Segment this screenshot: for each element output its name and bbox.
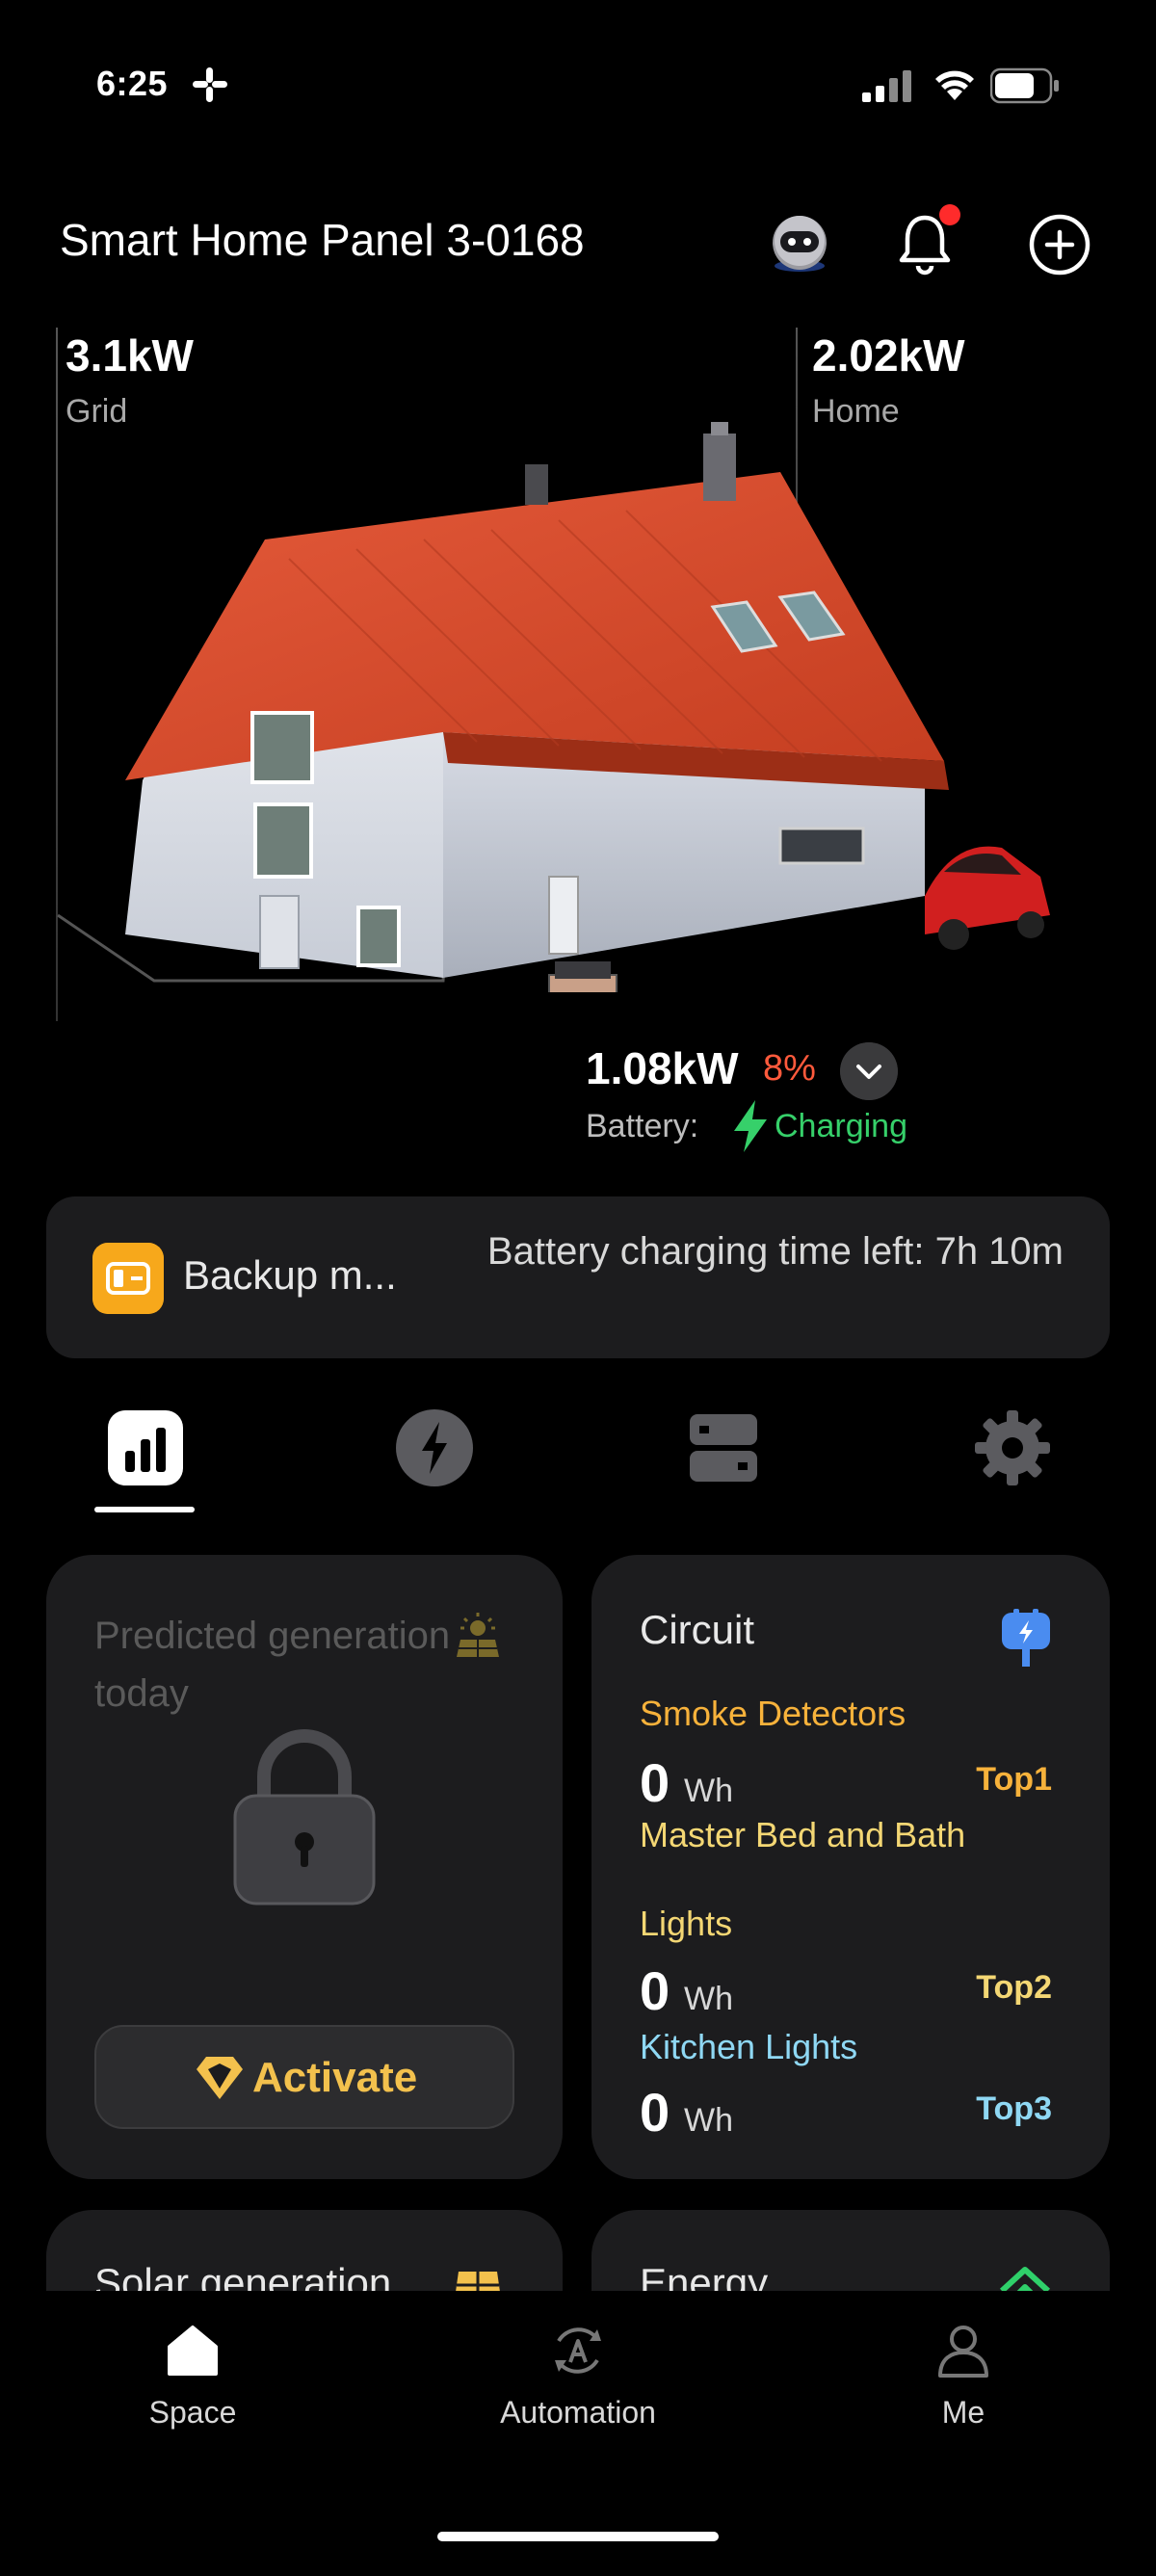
tab-circuit-server-icon[interactable] (680, 1405, 767, 1491)
nav-automation-label: Automation (500, 2395, 656, 2430)
status-time: 6:25 (96, 64, 169, 103)
person-icon (938, 2326, 988, 2378)
energy-flow-hero: 3.1kW Grid 2.02kW Home 1.08kW 8% Battery… (0, 318, 1156, 1166)
wifi-icon (935, 70, 974, 100)
panel-tabs (0, 1387, 1156, 1512)
circuit-item-rank: Top2 (976, 1969, 1052, 2006)
backup-mode-name: Backup m... (183, 1252, 397, 1298)
add-circle-icon[interactable] (1021, 206, 1098, 283)
circuit-item-value: 0 (640, 2082, 670, 2142)
tab-power-icon[interactable] (391, 1405, 478, 1491)
tab-active-indicator (94, 1507, 195, 1512)
battery-power-value: 1.08kW (586, 1043, 739, 1093)
lock-icon (233, 1729, 376, 1906)
signal-icon (862, 70, 911, 102)
nav-me-label: Me (941, 2395, 985, 2430)
nav-me[interactable]: Me (848, 2320, 1079, 2464)
predicted-generation-card[interactable]: Predicted generation today Activate (46, 1555, 563, 2179)
circuit-item-value: 0 (640, 1960, 670, 2021)
circuit-title: Circuit (640, 1607, 755, 1652)
chevron-down-icon[interactable] (840, 1042, 898, 1100)
circuit-item-name: Smoke Detectors (640, 1694, 906, 1733)
circuit-item-value: 0 (640, 1752, 670, 1813)
battery-status-icon (990, 67, 1059, 104)
battery-time-left: Battery charging time left: 7h 10m (486, 1230, 1064, 1273)
plug-icon (1002, 1609, 1050, 1667)
status-bar: 6:25 (0, 0, 1156, 164)
notification-dot (939, 204, 960, 225)
house-illustration (57, 422, 1050, 992)
grid-power-value: 3.1kW (66, 330, 194, 381)
tab-stats-chart-icon[interactable] (102, 1405, 189, 1491)
backup-mode-card[interactable]: Backup m... Battery charging time left: … (46, 1196, 1110, 1358)
circuit-item-rank: Top1 (976, 1761, 1052, 1798)
circuit-item-unit: Wh (684, 1981, 733, 2017)
circuit-item-rank: Top3 (976, 2090, 1052, 2127)
slack-icon (193, 67, 227, 102)
circuit-item-name: Kitchen Lights (640, 2027, 858, 2066)
home-power-value: 2.02kW (812, 330, 965, 381)
solar-panel-sun-icon (457, 1613, 499, 1657)
panel-title[interactable]: Smart Home Panel 3-0168 (60, 214, 585, 266)
activate-button[interactable]: Activate (94, 2025, 514, 2129)
charging-status: Charging (775, 1108, 907, 1144)
nav-space[interactable]: Space (77, 2320, 308, 2464)
battery-percent: 8% (763, 1048, 816, 1089)
automation-icon (555, 2327, 601, 2374)
circuit-card[interactable]: Circuit Smoke Detectors 0 Wh Top1 Master Bed… (591, 1555, 1110, 2179)
nav-automation[interactable]: Automation (462, 2320, 694, 2464)
home-icon (168, 2326, 218, 2376)
circuit-item-unit: Wh (684, 2102, 733, 2139)
tab-settings-gear-icon[interactable] (969, 1405, 1056, 1491)
circuit-item-unit: Wh (684, 1773, 733, 1809)
activate-label: Activate (252, 2054, 418, 2101)
backup-mode-icon (92, 1243, 164, 1314)
predicted-generation-title: Predicted generation today (94, 1615, 451, 1715)
lightning-bolt-icon (734, 1100, 767, 1152)
circuit-item-name: Lights (640, 1904, 733, 1943)
battery-label: Battery: (586, 1108, 699, 1144)
app-header: Smart Home Panel 3-0168 (0, 193, 1156, 289)
home-indicator (437, 2532, 719, 2541)
assistant-robot-icon[interactable] (761, 206, 838, 283)
diamond-icon (197, 2057, 243, 2099)
circuit-item-name: Master Bed and Bath (640, 1815, 966, 1854)
nav-space-label: Space (148, 2395, 237, 2430)
